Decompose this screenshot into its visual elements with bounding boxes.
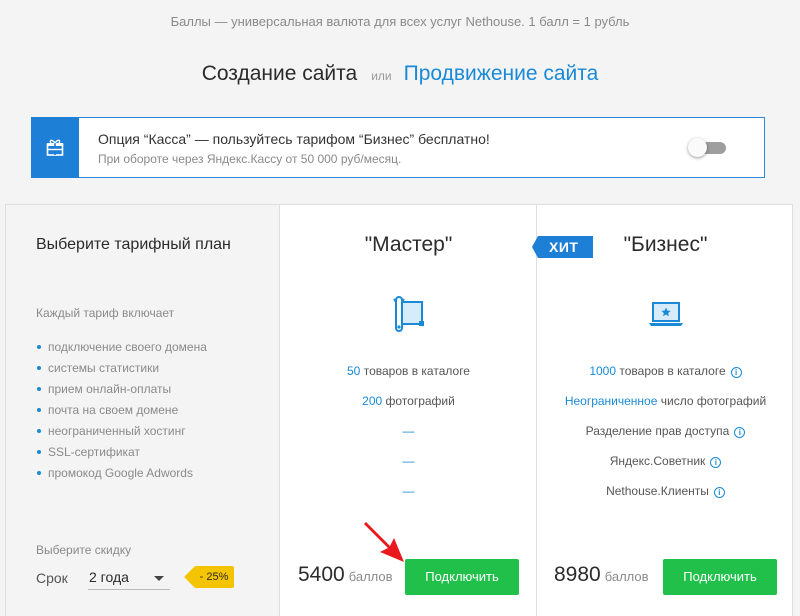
caret-down-icon: [154, 576, 164, 581]
master-photos-count: 200: [362, 394, 383, 408]
business-products-count: 1000: [589, 364, 617, 378]
dash-mark: —: [402, 454, 415, 468]
info-icon[interactable]: i: [734, 427, 746, 438]
toggle-knob: [688, 138, 707, 157]
business-access-text: Разделение прав доступа: [585, 424, 730, 438]
business-products-line: 1000 товаров в каталоге i: [537, 364, 794, 378]
features-list: подключение своего домена системы статис…: [36, 339, 207, 486]
master-price-value: 5400: [298, 563, 345, 586]
master-connect-button[interactable]: Подключить: [405, 559, 519, 595]
kassa-option-banner: Опция “Касса” — пользуйтесь тарифом “Биз…: [31, 117, 765, 178]
laptop-star-icon: [646, 294, 686, 334]
master-products-line: 50 товаров в каталоге: [281, 364, 536, 378]
banner-subtitle: При обороте через Яндекс.Кассу от 50 000…: [98, 152, 402, 166]
feature-item: системы статистики: [36, 360, 207, 381]
plan-business-name: "Бизнес": [623, 233, 708, 256]
business-price-value: 8980: [554, 563, 601, 586]
business-clients-line: Nethouse.Клиенты i: [537, 484, 794, 498]
business-price: 8980 баллов: [554, 563, 649, 587]
info-icon[interactable]: i: [713, 487, 725, 498]
business-advisor-line: Яндекс.Советник i: [537, 454, 794, 468]
business-clients-text: Nethouse.Клиенты: [606, 484, 709, 498]
term-label: Срок: [36, 570, 68, 586]
master-products-text: товаров в каталоге: [363, 364, 470, 378]
master-feature-absent: —: [281, 454, 536, 468]
banner-title: Опция “Касса” — пользуйтесь тарифом “Биз…: [98, 131, 490, 147]
business-products-text: товаров в каталоге: [619, 364, 726, 378]
wrench-frame-icon: [389, 294, 429, 334]
feature-item: SSL-сертификат: [36, 444, 207, 465]
tab-site-promotion[interactable]: Продвижение сайта: [404, 62, 599, 85]
master-feature-absent: —: [281, 424, 536, 438]
kassa-toggle[interactable]: [688, 138, 728, 157]
gift-icon: [31, 117, 79, 178]
top-notice: Баллы — универсальная валюта для всех ус…: [170, 14, 630, 29]
feature-item: промокод Google Adwords: [36, 465, 207, 486]
plan-selector-title: Выберите тарифный план: [36, 236, 231, 253]
tabs-separator: или: [371, 69, 392, 83]
section-tabs: Создание сайта или Продвижение сайта: [0, 62, 800, 86]
master-photos-line: 200 фотографий: [281, 394, 536, 408]
info-icon[interactable]: i: [730, 367, 742, 378]
master-price-unit: баллов: [348, 569, 393, 584]
feature-item: подключение своего домена: [36, 339, 207, 360]
tab-site-creation[interactable]: Создание сайта: [202, 62, 358, 85]
master-feature-absent: —: [281, 484, 536, 498]
business-photos-unlimited: Неограниченное: [564, 394, 658, 408]
discount-badge: - 25%: [194, 566, 234, 588]
dash-mark: —: [402, 484, 415, 498]
info-icon[interactable]: i: [710, 457, 722, 468]
plan-selector-column: Выберите тарифный план Каждый тариф вклю…: [6, 205, 280, 616]
business-photos-line: Неограниченное число фотографий: [537, 394, 794, 408]
includes-label: Каждый тариф включает: [36, 306, 175, 320]
business-photos-text: число фотографий: [660, 394, 767, 408]
discount-badge-label: - 25%: [199, 571, 229, 583]
business-connect-button[interactable]: Подключить: [663, 559, 777, 595]
plan-master-name: "Мастер": [364, 233, 453, 256]
business-advisor-text: Яндекс.Советник: [609, 454, 706, 468]
business-access-line: Разделение прав доступа i: [537, 424, 794, 438]
term-select-value: 2 года: [89, 569, 129, 585]
term-select[interactable]: 2 года: [88, 566, 170, 590]
feature-item: неограниченный хостинг: [36, 423, 207, 444]
dash-mark: —: [402, 424, 415, 438]
discount-label: Выберите скидку: [36, 543, 132, 557]
master-photos-text: фотографий: [385, 394, 455, 408]
plan-business-column: ХИТ "Бизнес" 1000 товаров в каталоге i Не…: [532, 205, 794, 616]
master-products-count: 50: [347, 364, 361, 378]
feature-item: почта на своем домене: [36, 402, 207, 423]
red-arrow-icon: [364, 522, 404, 562]
master-price: 5400 баллов: [298, 563, 393, 587]
feature-item: прием онлайн-оплаты: [36, 381, 207, 402]
business-price-unit: баллов: [604, 569, 649, 584]
